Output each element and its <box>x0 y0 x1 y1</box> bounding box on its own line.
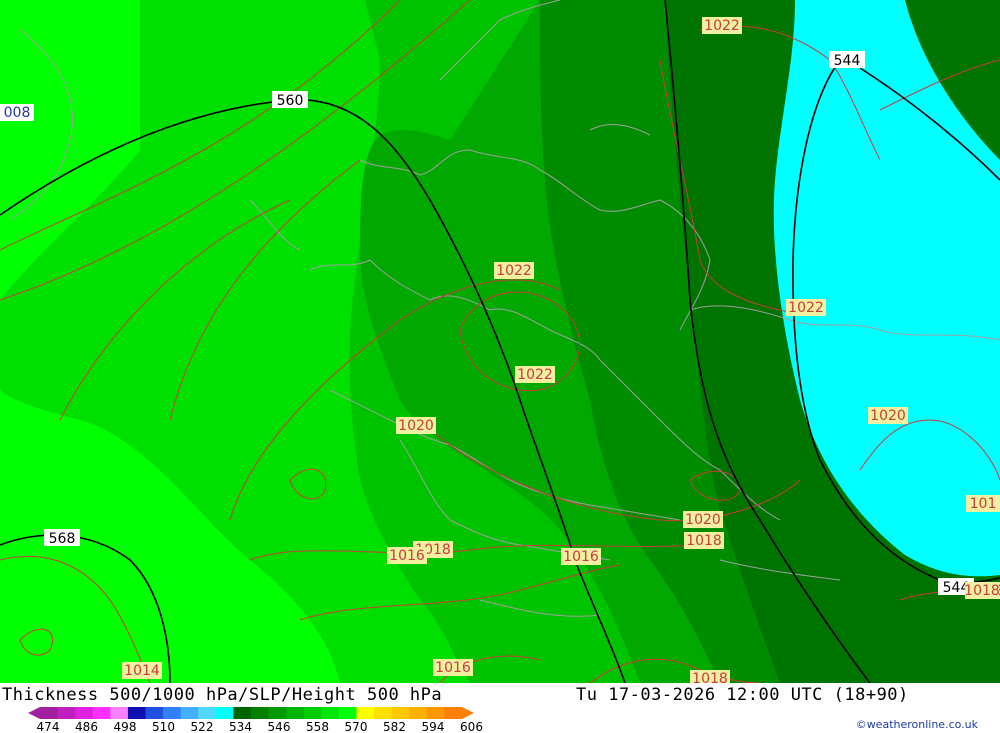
height-label-568: 568 <box>44 529 80 547</box>
pressure-label: 1016 <box>433 659 473 676</box>
svg-text:101: 101 <box>970 496 997 512</box>
svg-text:1022: 1022 <box>496 263 532 279</box>
legend-tick-label: 594 <box>422 720 445 733</box>
pressure-label: 1016 <box>561 548 601 565</box>
pressure-label: 1020 <box>396 417 436 434</box>
pressure-label: 1018 <box>684 532 724 549</box>
svg-text:1022: 1022 <box>517 367 553 383</box>
svg-text:1018: 1018 <box>686 533 722 549</box>
legend-tick-label: 498 <box>114 720 137 733</box>
legend-swatch <box>57 707 76 719</box>
legend-swatch <box>303 707 322 719</box>
legend-swatch <box>409 707 428 719</box>
svg-text:1018: 1018 <box>692 671 728 683</box>
legend-tick-label: 474 <box>37 720 60 733</box>
legend-swatch <box>145 707 164 719</box>
credit-text: ©weatheronline.co.uk <box>855 718 978 731</box>
legend-swatch <box>444 707 463 719</box>
legend-tick-label: 534 <box>229 720 252 733</box>
pressure-label: 1022 <box>786 299 826 316</box>
legend-swatch <box>92 707 111 719</box>
thickness-legend: 474 486 498 510 522 534 546 558 570 582 594 606 <box>28 707 483 733</box>
legend-arrow-left <box>28 707 40 719</box>
pressure-label: 1018 <box>690 670 730 683</box>
map-title: Thickness 500/1000 hPa/SLP/Height 500 hP… <box>2 685 443 705</box>
legend-swatch <box>338 707 357 719</box>
legend-tick-label: 522 <box>191 720 214 733</box>
pressure-label: 1014 <box>122 662 162 679</box>
svg-text:560: 560 <box>277 93 304 109</box>
pressure-label: 1022 <box>515 366 555 383</box>
svg-text:544: 544 <box>834 53 861 69</box>
edge-label: 101 <box>966 495 1000 512</box>
legend-swatch <box>215 707 234 719</box>
legend-swatch <box>321 707 340 719</box>
legend-swatch <box>426 707 445 719</box>
legend-swatch <box>391 707 410 719</box>
map-footer: Thickness 500/1000 hPa/SLP/Height 500 hP… <box>0 683 1000 733</box>
height-label-544-north: 544 <box>829 51 865 69</box>
edge-label: 008 <box>0 104 34 121</box>
svg-text:1020: 1020 <box>870 408 906 424</box>
legend-tick-label: 606 <box>460 720 483 733</box>
svg-text:008: 008 <box>4 105 31 121</box>
svg-text:1016: 1016 <box>435 660 471 676</box>
legend-tick-label: 546 <box>268 720 291 733</box>
pressure-label: 1022 <box>702 17 742 34</box>
pressure-label: 1022 <box>494 262 534 279</box>
legend-swatch <box>268 707 287 719</box>
pressure-label: 1020 <box>683 511 723 528</box>
pressure-label: 1016 <box>387 547 427 564</box>
pressure-label: 1020 <box>868 407 908 424</box>
legend-swatch <box>233 707 252 719</box>
legend-swatch <box>251 707 270 719</box>
svg-text:1020: 1020 <box>398 418 434 434</box>
weather-map: 560 544 568 544 1022 1022 1022 1022 1020 1020… <box>0 0 1000 683</box>
legend-swatch <box>110 707 129 719</box>
svg-text:568: 568 <box>49 531 76 547</box>
legend-swatch <box>286 707 305 719</box>
legend-swatch <box>163 707 182 719</box>
svg-text:1018: 1018 <box>964 583 1000 599</box>
legend-swatch <box>198 707 217 719</box>
svg-text:1014: 1014 <box>124 663 160 679</box>
legend-swatch <box>127 707 146 719</box>
legend-tick-label: 510 <box>152 720 175 733</box>
svg-text:1020: 1020 <box>685 512 721 528</box>
legend-swatch <box>40 707 59 719</box>
legend-swatch <box>356 707 375 719</box>
legend-tick-label: 570 <box>345 720 368 733</box>
edge-label: 1018 <box>964 582 1000 599</box>
svg-text:1022: 1022 <box>704 18 740 34</box>
svg-text:1022: 1022 <box>788 300 824 316</box>
legend-arrow-right <box>462 707 474 719</box>
height-label-560: 560 <box>272 91 308 109</box>
legend-swatch <box>75 707 94 719</box>
legend-swatch <box>180 707 199 719</box>
legend-swatch <box>374 707 393 719</box>
valid-time: Tu 17-03-2026 12:00 UTC (18+90) <box>576 685 909 705</box>
legend-tick-label: 558 <box>306 720 329 733</box>
legend-tick-label: 582 <box>383 720 406 733</box>
svg-text:1016: 1016 <box>389 548 425 564</box>
svg-text:1016: 1016 <box>563 549 599 565</box>
legend-tick-label: 486 <box>75 720 98 733</box>
